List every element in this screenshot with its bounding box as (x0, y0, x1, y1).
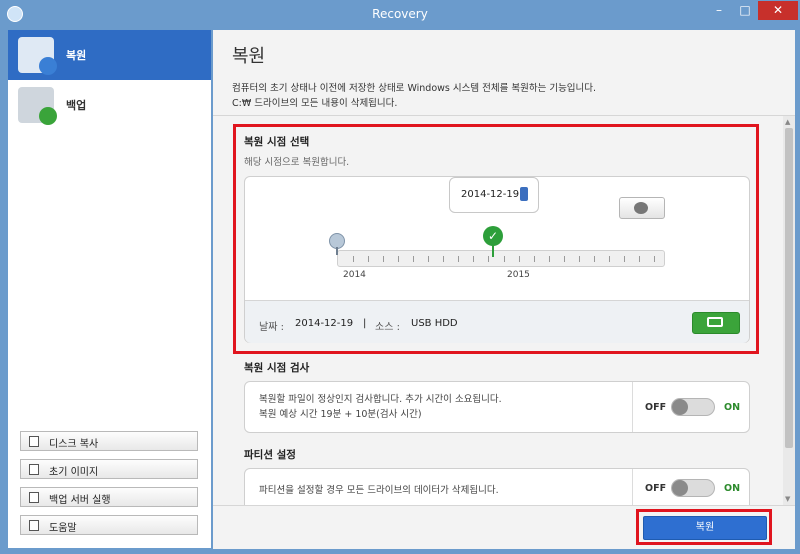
backup-server-icon (29, 492, 39, 503)
help-icon (29, 520, 39, 531)
check-card: 복원할 파일이 정상인지 검사합니다. 추가 시간이 소요됩니다. 복원 예상 … (244, 381, 750, 433)
toggle-off-label: OFF (645, 402, 667, 413)
description-line: 컴퓨터의 초기 상태나 이전에 저장한 상태로 Windows 시스템 전체를 … (232, 83, 597, 94)
download-arrow-icon (39, 107, 57, 125)
maximize-button[interactable]: □ (732, 1, 758, 20)
check-toggle-area: OFF ON (632, 382, 749, 432)
scroll-up-icon[interactable]: ▲ (785, 118, 790, 126)
minimize-button[interactable]: – (706, 1, 732, 20)
disk-copy-label: 디스크 복사 (49, 439, 99, 450)
highlight-box (233, 124, 759, 354)
sidebar: 복원 백업 디스크 복사 초기 이미지 백업 서버 실행 도움말 (8, 30, 211, 548)
sidebar-item-backup[interactable]: 백업 (8, 80, 211, 130)
help-label: 도움말 (49, 523, 77, 534)
check-description: 복원할 파일이 정상인지 검사합니다. 추가 시간이 소요됩니다. 복원 예상 … (259, 392, 502, 422)
check-line: 복원 예상 시간 19분 + 10분(검사 시간) (259, 409, 422, 420)
restore-arrow-icon (39, 57, 57, 75)
page-title: 복원 (232, 46, 266, 67)
toggle-on-label: ON (724, 402, 741, 413)
description-line: C:₩ 드라이브의 모든 내용이 삭제됩니다. (232, 98, 398, 109)
partition-description: 파티션을 설정할 경우 모든 드라이브의 데이터가 삭제됩니다. (259, 485, 499, 496)
toggle-off-label: OFF (645, 483, 667, 494)
initial-image-label: 초기 이미지 (49, 467, 99, 478)
main-header: 복원 컴퓨터의 초기 상태나 이전에 저장한 상태로 Windows 시스템 전… (213, 30, 795, 116)
check-toggle-switch[interactable] (671, 398, 715, 416)
sidebar-item-restore[interactable]: 복원 (8, 30, 211, 80)
highlight-box (636, 509, 772, 545)
content-scrollbar[interactable]: ▲ ▼ (783, 116, 795, 505)
footer-bar: 복원 (213, 505, 795, 549)
sidebar-item-label: 백업 (66, 99, 87, 112)
help-button[interactable]: 도움말 (20, 515, 198, 535)
toggle-knob (672, 480, 688, 496)
backup-server-button[interactable]: 백업 서버 실행 (20, 487, 198, 507)
scroll-down-icon[interactable]: ▼ (785, 495, 790, 503)
initial-image-icon (29, 464, 39, 475)
restore-drive-icon (18, 37, 57, 75)
title-bar[interactable]: Recovery – □ ✕ (0, 0, 800, 30)
initial-image-button[interactable]: 초기 이미지 (20, 459, 198, 479)
toggle-on-label: ON (724, 483, 741, 494)
partition-card: 파티션을 설정할 경우 모든 드라이브의 데이터가 삭제됩니다. OFF ON (244, 468, 750, 505)
disk-copy-button[interactable]: 디스크 복사 (20, 431, 198, 451)
backup-drive-icon (18, 87, 57, 125)
main-panel: 복원 컴퓨터의 초기 상태나 이전에 저장한 상태로 Windows 시스템 전… (213, 30, 795, 549)
check-line: 복원할 파일이 정상인지 검사합니다. 추가 시간이 소요됩니다. (259, 394, 502, 405)
close-button[interactable]: ✕ (758, 1, 798, 20)
page-description: 컴퓨터의 초기 상태나 이전에 저장한 상태로 Windows 시스템 전체를 … (232, 81, 596, 111)
content-area: 복원 시점 선택 해당 시점으로 복원합니다. 2014-12-19 ✓ 201… (213, 116, 783, 505)
toggle-knob (672, 399, 688, 415)
sidebar-item-label: 복원 (66, 49, 87, 62)
partition-section-title: 파티션 설정 (244, 449, 296, 461)
scroll-thumb[interactable] (785, 128, 793, 448)
check-section-title: 복원 시점 검사 (244, 362, 310, 374)
window-title: Recovery (372, 7, 428, 21)
backup-server-label: 백업 서버 실행 (49, 495, 111, 506)
partition-toggle-switch[interactable] (671, 479, 715, 497)
recovery-window: Recovery – □ ✕ 복원 백업 디스크 복사 초기 이미지 백업 서버… (0, 0, 800, 554)
partition-toggle-area: OFF ON (632, 469, 749, 505)
disk-copy-icon (29, 436, 39, 447)
